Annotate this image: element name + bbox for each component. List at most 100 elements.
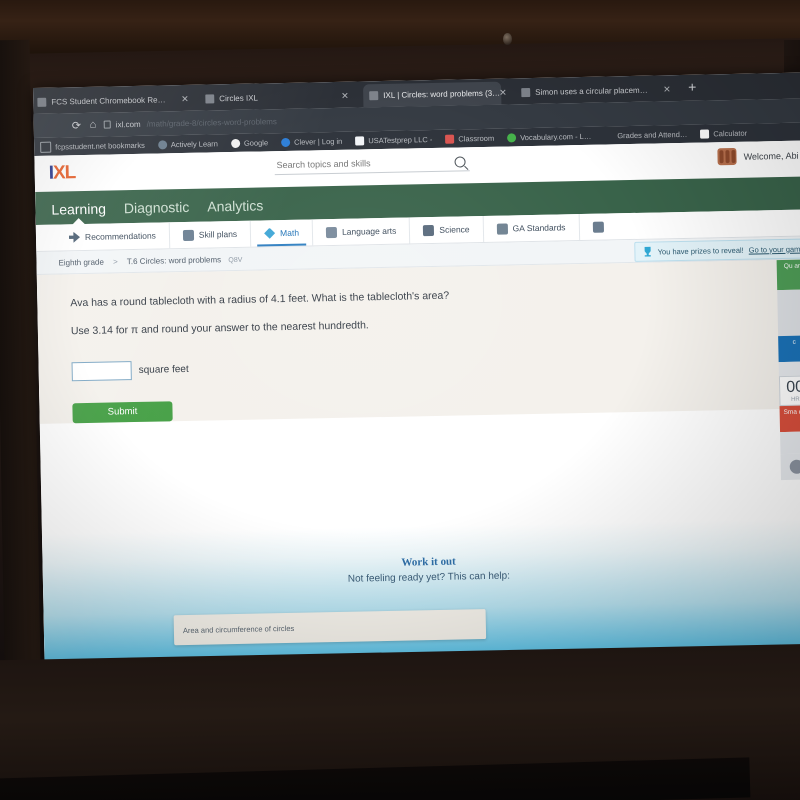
more-subjects-icon	[592, 221, 604, 233]
subnav-label: Skill plans	[198, 228, 238, 240]
ixl-logo-l: L	[64, 162, 76, 184]
bookmark-item[interactable]: USATestprep LLC -	[355, 134, 433, 146]
work-it-out-area: Work it out Not feeling ready yet? This …	[41, 518, 800, 666]
bookmark-item[interactable]: Vocabulary.com - L…	[507, 131, 591, 142]
search-icon[interactable]	[454, 155, 466, 168]
rail-spacer	[778, 361, 800, 377]
browser-tab-close-1[interactable]: ✕	[341, 85, 353, 108]
close-icon: ✕	[499, 87, 507, 98]
avatar	[717, 147, 737, 166]
subnav-item-skill-plans[interactable]: Skill plans	[169, 220, 252, 249]
subnav-item-more[interactable]	[579, 213, 622, 240]
breadcrumb-grade[interactable]: Eighth grade	[58, 257, 104, 267]
bookmark-item[interactable]: Actively Learn	[157, 139, 218, 150]
search-bar[interactable]	[274, 155, 470, 176]
reload-icon[interactable]: ⟳	[72, 119, 81, 132]
question-area: Ava has a round tablecloth with a radius…	[36, 259, 800, 481]
breadcrumb-separator: >	[113, 256, 118, 266]
time-elapsed-panel: 00 HR	[778, 375, 800, 407]
bookmark-label: Grades and Attend…	[617, 129, 688, 140]
smart-score-panel[interactable]: Sma out	[779, 405, 800, 433]
new-tab-button[interactable]: +	[688, 79, 697, 95]
ixl-favicon	[369, 91, 379, 101]
browser-tab-3[interactable]: Simon uses a circular placem…	[521, 78, 659, 104]
subnav-label: GA Standards	[512, 222, 566, 234]
ixl-logo[interactable]: IXL	[49, 162, 76, 185]
rail-spacer	[777, 289, 800, 337]
time-elapsed-unit: HR	[791, 396, 800, 403]
home-icon[interactable]: ⌂	[90, 119, 97, 131]
subnav-item-language-arts[interactable]: Language arts	[312, 217, 411, 246]
browser-tab-title: Simon uses a circular placem…	[535, 85, 648, 97]
bookmark-item[interactable]: Grades and Attend…	[604, 129, 687, 140]
submit-button[interactable]: Submit	[72, 400, 173, 423]
rail-blue-panel[interactable]: c	[778, 335, 800, 363]
questions-answered-panel[interactable]: Qu an	[776, 259, 800, 291]
subnav-item-recommendations[interactable]: Recommendations	[55, 222, 171, 251]
bookmark-label: Vocabulary.com - L…	[520, 131, 592, 142]
help-resource-card[interactable]: Area and circumference of circles	[173, 609, 487, 646]
avatar-dot-icon	[789, 459, 800, 474]
prizes-link[interactable]: Go to your gam	[749, 244, 800, 254]
bookmark-item[interactable]: fcpsstudent.net bookmarks	[40, 139, 145, 153]
answer-input[interactable]	[71, 360, 132, 381]
browser-tab-2-active[interactable]: IXL | Circles: word problems (3…	[362, 81, 502, 108]
browser-tab-close-3[interactable]: ✕	[663, 78, 675, 101]
google-favicon	[521, 88, 531, 98]
nav-item-analytics[interactable]: Analytics	[207, 197, 263, 221]
nav-item-learning[interactable]: Learning	[51, 201, 106, 225]
browser-tab-title: FCS Student Chromebook Re…	[51, 95, 166, 107]
vocabulary-icon	[507, 132, 517, 142]
browser-tab-title: Circles IXL	[219, 93, 259, 104]
document-favicon	[37, 97, 47, 107]
skill-plans-icon	[182, 229, 194, 241]
time-elapsed-value: 00	[786, 378, 800, 396]
subnav-item-ga-standards[interactable]: GA Standards	[483, 214, 580, 242]
bookmark-item[interactable]: Classroom	[445, 133, 494, 144]
ixl-logo-x: X	[52, 162, 65, 184]
grades-icon	[604, 131, 613, 140]
ga-standards-icon	[496, 223, 508, 235]
rail-spacer	[780, 431, 800, 455]
nav-item-diagnostic[interactable]: Diagnostic	[124, 199, 190, 223]
actively-learn-icon	[157, 139, 167, 150]
bookmark-item[interactable]: Google	[230, 138, 268, 148]
breadcrumb-skill: T.6 Circles: word problems	[126, 254, 222, 266]
help-resource-label: Area and circumference of circles	[182, 623, 295, 635]
answer-unit-label: square feet	[138, 363, 189, 376]
prizes-banner[interactable]: You have prizes to reveal! Go to your ga…	[634, 238, 800, 262]
bookmark-label: Clever | Log in	[293, 136, 343, 147]
bookmark-item[interactable]: Clever | Log in	[280, 136, 343, 147]
right-rail: Qu an c 00 HR Sma out	[776, 259, 800, 481]
answer-row: square feet	[71, 347, 800, 381]
bookmark-label: Calculator	[713, 128, 748, 138]
address-bar[interactable]: ixl.com /math/grade-8/circles-word-probl…	[103, 116, 277, 129]
welcome-label: Welcome, Abi	[743, 150, 799, 162]
subnav-item-science[interactable]: Science	[410, 215, 484, 244]
subnav-label: Math	[280, 227, 300, 239]
bookmark-item[interactable]: Calculator	[700, 128, 748, 139]
recommendations-icon	[69, 232, 80, 243]
close-icon: ✕	[181, 93, 189, 105]
science-icon	[423, 224, 435, 236]
folder-icon	[40, 141, 52, 153]
close-icon: ✕	[663, 84, 671, 95]
welcome-block[interactable]: Welcome, Abi	[717, 147, 799, 166]
browser-tab-title: IXL | Circles: word problems (3…	[383, 88, 501, 100]
browser-tab-close-0[interactable]: ✕	[181, 88, 193, 111]
language-arts-icon	[325, 226, 338, 238]
browser-tab-close-2[interactable]: ✕	[499, 81, 511, 104]
laptop-screen: FCS Student Chromebook Re… ✕ Circles IXL…	[33, 72, 800, 666]
subnav-label: Recommendations	[84, 230, 156, 242]
search-input[interactable]	[274, 156, 429, 172]
browser-tab-0[interactable]: FCS Student Chromebook Re…	[37, 88, 172, 114]
bookmark-label: USATestprep LLC -	[368, 134, 433, 145]
rail-avatar-badge[interactable]	[780, 453, 800, 481]
bookmark-label: fcpsstudent.net bookmarks	[55, 140, 145, 152]
photo-of-laptop-screen: FCS Student Chromebook Re… ✕ Circles IXL…	[0, 0, 800, 800]
question-line-1: Ava has a round tablecloth with a radius…	[70, 289, 450, 310]
math-icon	[264, 228, 275, 239]
address-bar-path: /math/grade-8/circles-word-problems	[146, 116, 277, 129]
subnav-item-math[interactable]: Math	[250, 219, 314, 247]
browser-tab-1[interactable]: Circles IXL	[205, 85, 333, 111]
